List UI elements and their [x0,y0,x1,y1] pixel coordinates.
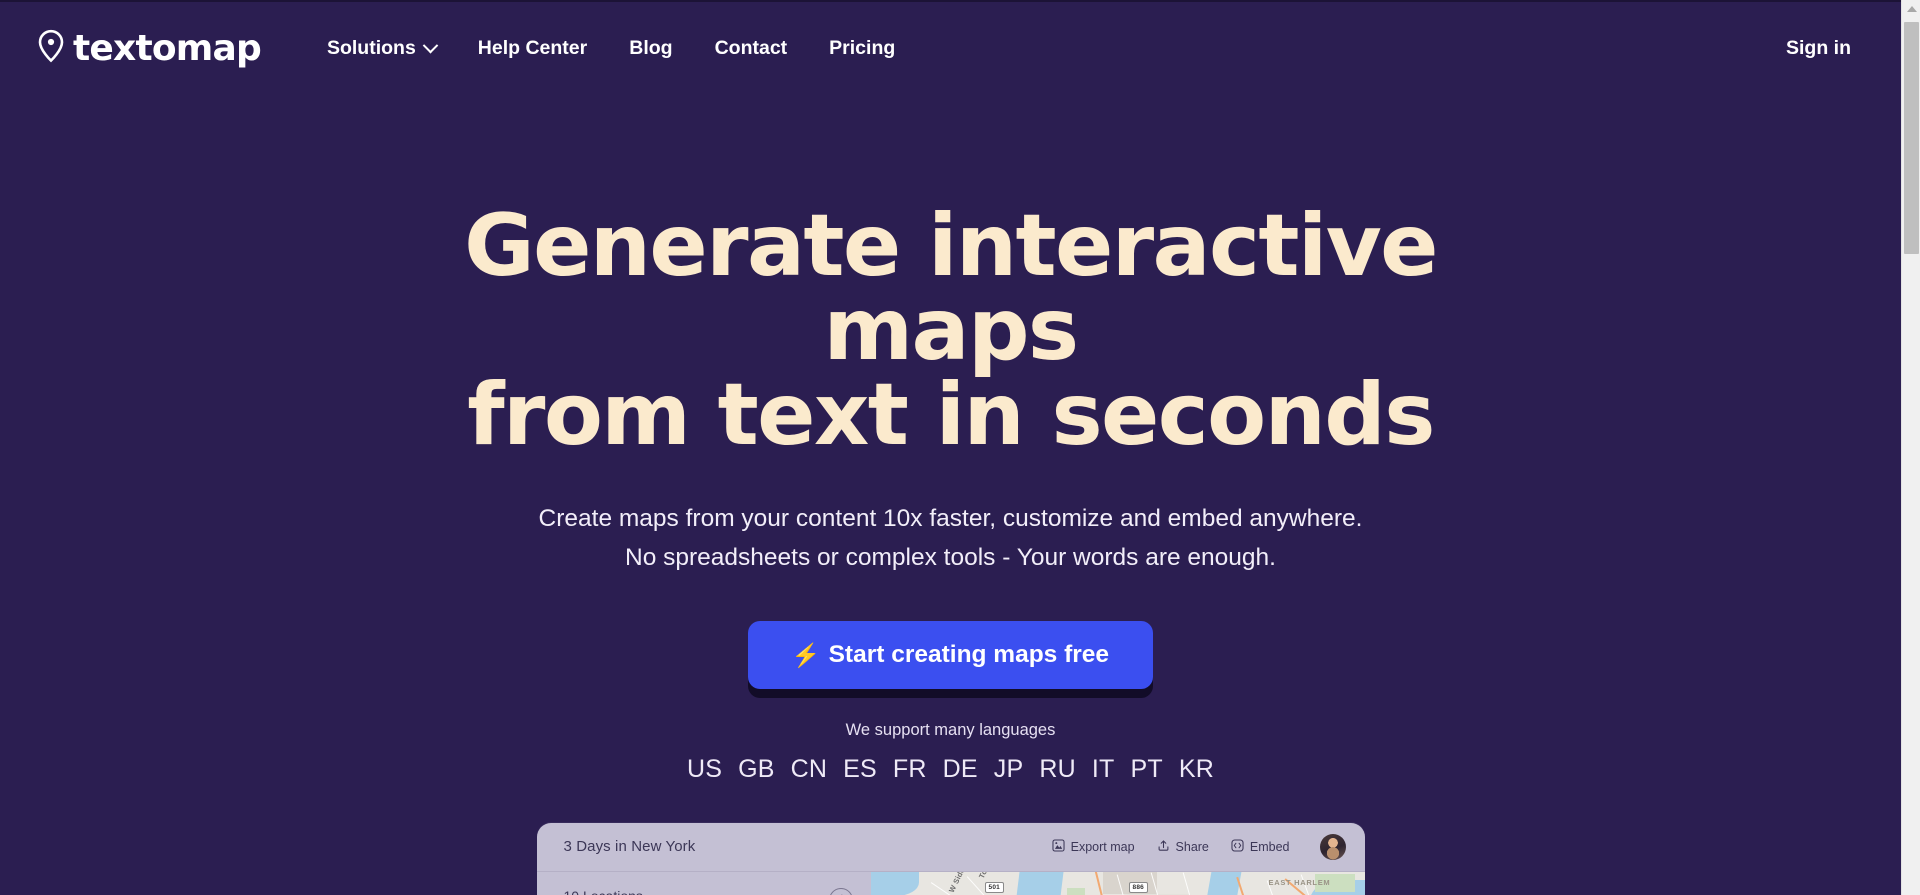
brand-name: textomap [73,27,262,69]
share-button[interactable]: Share [1157,839,1209,855]
language-de[interactable]: DE [943,755,978,784]
preview-body: 10 Locations [536,871,1365,895]
language-it[interactable]: IT [1092,755,1115,784]
map-place-label: EAST HARLEM [1268,877,1331,887]
brand-logo[interactable]: textomap [36,27,262,69]
collapse-panel-button[interactable] [828,887,853,895]
language-gb[interactable]: GB [738,755,775,784]
landing-page: textomap Solutions Help Center Blog Cont… [0,0,1901,895]
scrollbar-thumb[interactable] [1904,22,1919,254]
cta-container: ⚡ Start creating maps free [0,621,1901,689]
map-street-label: Tonn [977,872,993,880]
nav-item-blog-label: Blog [629,36,673,59]
share-upload-icon [1157,839,1170,855]
map-canvas[interactable]: 501 886 3 ecaucus West New York Union Ci… [870,871,1365,895]
nav-item-solutions-label: Solutions [326,36,416,59]
language-ru[interactable]: RU [1039,755,1076,784]
chevron-down-icon [422,37,439,54]
language-jp[interactable]: JP [994,755,1024,784]
preview-locations-panel: 10 Locations [536,871,871,895]
nav-item-solutions[interactable]: Solutions [306,29,457,69]
subtitle-line-1: Create maps from your content 10x faster… [538,504,1363,532]
page-title: Generate interactive maps from text in s… [421,203,1481,465]
headline-line-2: from text in seconds [467,364,1435,465]
nav-links: Solutions Help Center Blog Contact Prici… [306,29,916,69]
language-list: US GB CN ES FR DE JP RU IT PT KR [0,755,1901,784]
park-area [1066,887,1085,895]
nav-right-group: Sign in [1782,29,1855,68]
export-map-button[interactable]: Export map [1052,839,1135,855]
preview-map-title: 3 Days in New York [563,838,696,856]
water-body [870,871,919,895]
languages-caption: We support many languages [845,720,1056,739]
language-cn[interactable]: CN [791,755,828,784]
sign-in-button[interactable]: Sign in [1782,29,1855,68]
street-line [1181,872,1210,895]
nav-item-help-center-label: Help Center [477,36,588,59]
top-border [0,0,1901,2]
preview-toolbar: Export map Share Embed [1052,833,1346,860]
hudson-river [1004,871,1065,895]
lightning-bolt-icon: ⚡ [791,641,821,668]
nav-item-blog[interactable]: Blog [608,29,693,69]
language-us[interactable]: US [687,755,722,784]
route-shield: 886 [1128,881,1148,893]
locations-count: 10 Locations [564,888,643,895]
hero-section: Generate interactive maps from text in s… [0,97,1901,895]
language-fr[interactable]: FR [893,755,927,784]
nav-item-pricing-label: Pricing [829,36,896,59]
language-pt[interactable]: PT [1131,755,1163,784]
hero-subtitle: Create maps from your content 10x faster… [0,499,1901,578]
nav-item-contact[interactable]: Contact [694,29,809,69]
east-river [1189,871,1242,895]
nav-item-contact-label: Contact [714,36,788,59]
share-label: Share [1175,839,1209,854]
embed-label: Embed [1249,839,1290,854]
nav-item-help-center[interactable]: Help Center [457,29,608,69]
language-es[interactable]: ES [843,755,877,784]
route-shield: 501 [984,881,1004,893]
embed-button[interactable]: Embed [1231,839,1290,855]
app-preview-card: 3 Days in New York Export map Share Embe… [536,822,1365,895]
headline-line-1: Generate interactive maps [464,196,1438,381]
export-map-label: Export map [1070,839,1135,854]
start-creating-maps-button[interactable]: ⚡ Start creating maps free [747,621,1154,689]
scroll-up-arrow-icon[interactable] [1902,0,1920,18]
language-kr[interactable]: KR [1179,755,1214,784]
cta-label: Start creating maps free [828,641,1110,669]
main-navigation: textomap Solutions Help Center Blog Cont… [0,0,1901,97]
app-preview-container: 3 Days in New York Export map Share Embe… [0,822,1901,895]
export-map-icon [1052,839,1065,855]
subtitle-line-2: No spreadsheets or complex tools - Your … [625,544,1276,572]
user-avatar[interactable] [1319,833,1346,860]
map-pin-icon [36,29,66,68]
embed-code-icon [1231,839,1244,855]
page-scrollbar[interactable] [1901,0,1920,895]
map-street-label: W Side Ave [946,871,974,894]
preview-header: 3 Days in New York Export map Share Embe… [536,823,1365,872]
nav-item-pricing[interactable]: Pricing [808,29,916,69]
